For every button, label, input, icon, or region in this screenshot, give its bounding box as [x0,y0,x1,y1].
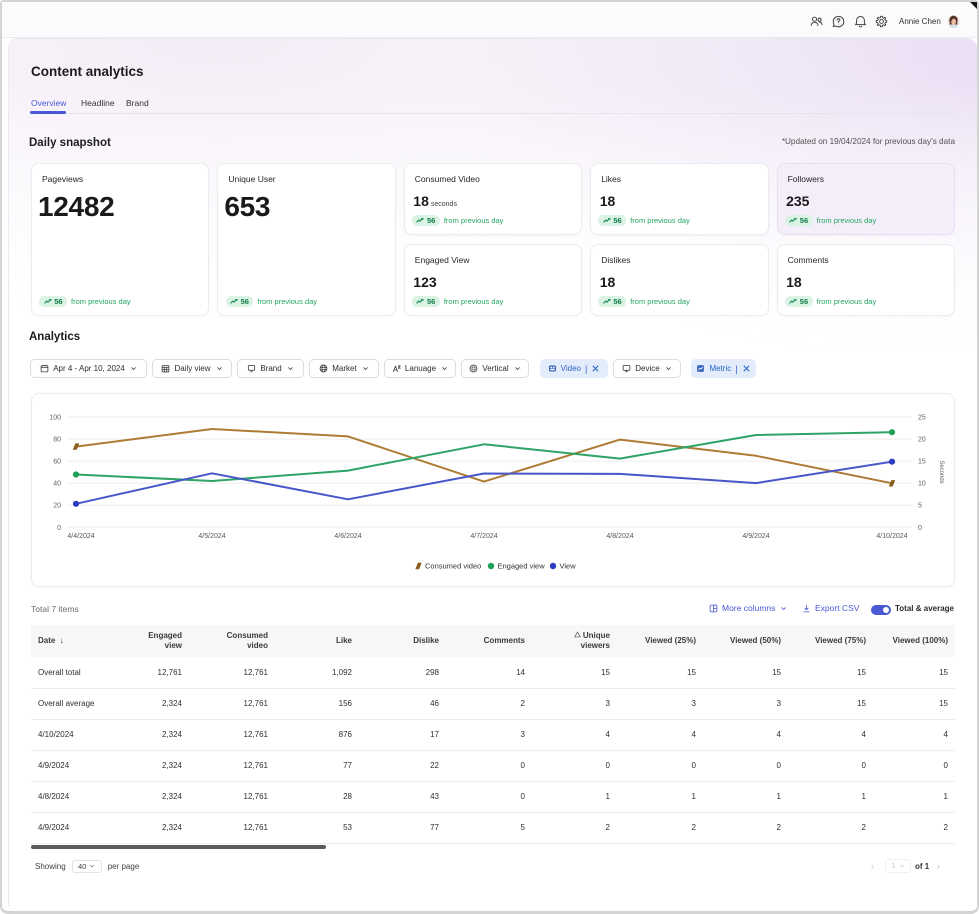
svg-text:4/4/2024: 4/4/2024 [67,533,94,540]
svg-text:100: 100 [49,415,61,422]
svg-text:4/10/2024: 4/10/2024 [876,533,907,540]
svg-text:View: View [560,562,577,571]
svg-text:4/7/2024: 4/7/2024 [470,533,497,540]
svg-text:Seconds: Seconds [938,460,944,483]
svg-text:0: 0 [57,525,61,532]
svg-text:80: 80 [53,437,61,444]
svg-text:Consumed video: Consumed video [425,562,481,571]
svg-text:25: 25 [918,415,926,422]
svg-text:4/5/2024: 4/5/2024 [198,533,225,540]
svg-text:20: 20 [53,503,61,510]
svg-text:4/8/2024: 4/8/2024 [606,533,633,540]
svg-text:10: 10 [918,481,926,488]
svg-text:60: 60 [53,459,61,466]
svg-text:5: 5 [918,503,922,510]
svg-text:4/6/2024: 4/6/2024 [334,533,361,540]
svg-text:Engaged view: Engaged view [498,562,546,571]
svg-text:20: 20 [918,437,926,444]
svg-text:4/9/2024: 4/9/2024 [742,533,769,540]
svg-text:15: 15 [918,459,926,466]
svg-text:0: 0 [918,525,922,532]
svg-text:40: 40 [53,481,61,488]
